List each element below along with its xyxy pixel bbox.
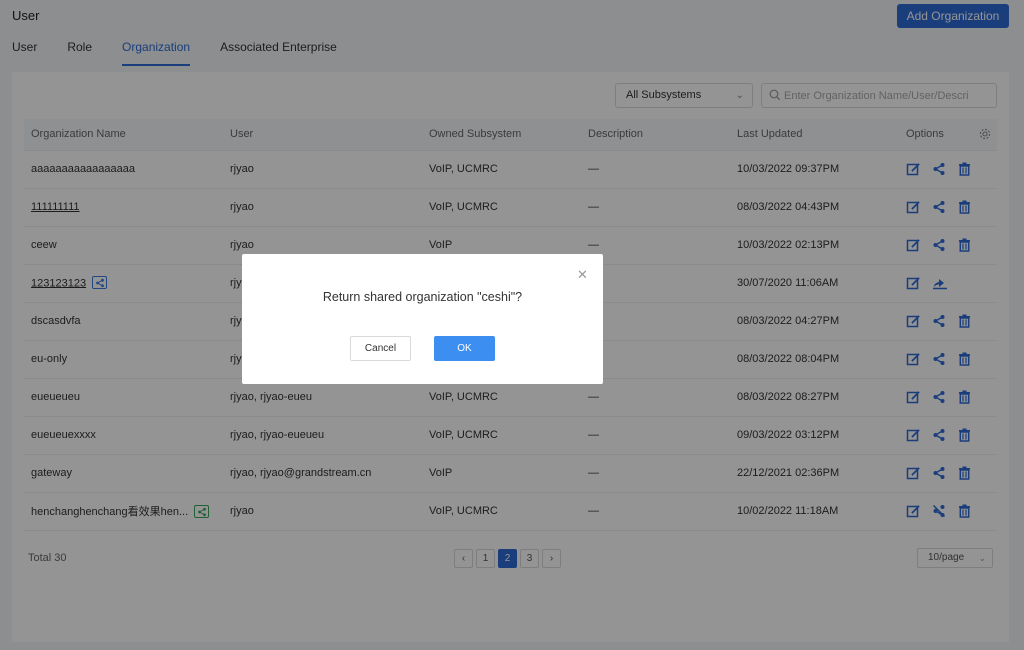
cancel-button[interactable]: Cancel [350,336,411,361]
ok-button[interactable]: OK [434,336,495,361]
confirm-dialog: ✕ Return shared organization "ceshi"? Ca… [242,254,603,384]
close-icon[interactable]: ✕ [577,267,588,283]
dialog-message: Return shared organization "ceshi"? [322,290,523,304]
